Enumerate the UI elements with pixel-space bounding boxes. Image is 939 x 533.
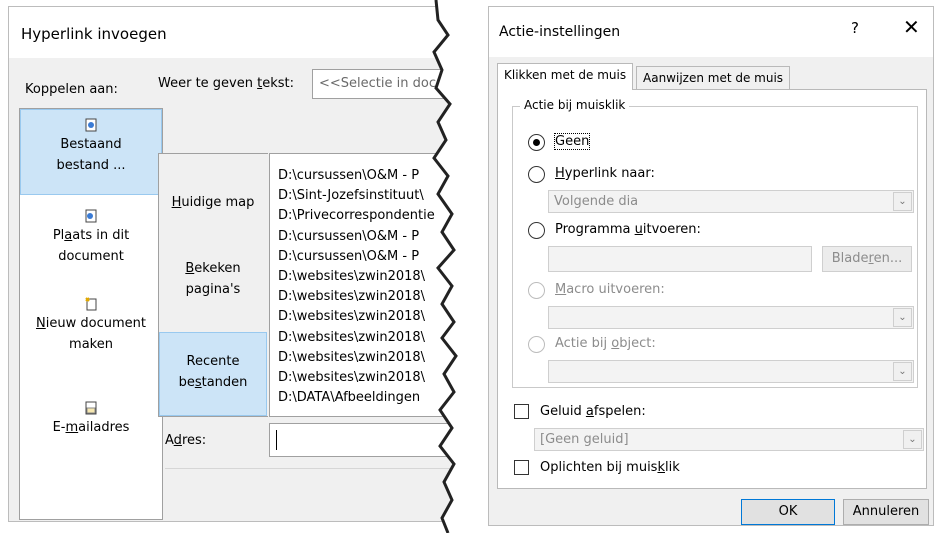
play-sound-checkbox[interactable] bbox=[514, 404, 529, 419]
radio-hyperlink-label: Hyperlink naar: bbox=[555, 166, 655, 181]
radio-none-label: Geen bbox=[553, 133, 591, 150]
radio-object-action[interactable] bbox=[528, 336, 545, 353]
chevron-down-icon: ⌄ bbox=[893, 192, 912, 211]
nav-place-in-document[interactable]: Plaats in dit document bbox=[20, 209, 162, 267]
nav-existing-file[interactable]: Bestaand bestand ... bbox=[20, 109, 162, 195]
nav-new-document[interactable]: Nieuw document maken bbox=[20, 297, 162, 355]
chevron-down-icon: ⌄ bbox=[893, 308, 912, 327]
dialog-title: Actie-instellingen bbox=[499, 24, 621, 40]
tab-mouse-over[interactable]: Aanwijzen met de muis bbox=[636, 66, 791, 91]
highlight-click-checkbox[interactable] bbox=[514, 460, 529, 475]
play-sound-label: Geluid afspelen: bbox=[540, 404, 646, 419]
radio-dot bbox=[533, 139, 540, 146]
radio-run-program[interactable] bbox=[528, 222, 545, 239]
look-in-pane: Huidige map Bekeken pagina's Recente bes… bbox=[158, 153, 268, 417]
program-path-input[interactable] bbox=[548, 246, 812, 272]
ok-button[interactable]: OK bbox=[741, 499, 835, 525]
tab-panel: Actie bij muisklik Geen Hyperlink naar: … bbox=[497, 89, 927, 489]
link-to-label: Koppelen aan: bbox=[25, 82, 118, 97]
close-button[interactable]: ✕ bbox=[903, 15, 920, 39]
text-to-display-label: Weer te geven tekst: bbox=[158, 76, 294, 91]
address-label: Adres: bbox=[165, 433, 207, 448]
radio-run-macro[interactable] bbox=[528, 282, 545, 299]
tab-mouse-click[interactable]: Klikken met de muis bbox=[497, 63, 634, 90]
insert-hyperlink-dialog: Hyperlink invoegen Koppelen aan: Bestaan… bbox=[8, 6, 460, 522]
action-settings-dialog: Actie-instellingen ? ✕ Klikken met de mu… bbox=[488, 6, 934, 526]
chevron-down-icon: ⌄ bbox=[903, 430, 922, 449]
nav-email-address[interactable]: E-mailadres bbox=[20, 401, 162, 438]
new-document-icon bbox=[85, 297, 97, 311]
sound-select[interactable]: [Geen geluid] ⌄ bbox=[534, 428, 924, 451]
dialog-title: Hyperlink invoegen bbox=[21, 25, 167, 43]
chevron-down-icon: ⌄ bbox=[893, 362, 912, 381]
radio-object-action-label: Actie bij object: bbox=[555, 336, 656, 351]
radio-none[interactable] bbox=[528, 134, 545, 151]
existing-file-icon bbox=[85, 118, 97, 132]
current-folder-button[interactable]: Huidige map bbox=[159, 192, 267, 213]
help-button[interactable]: ? bbox=[851, 19, 859, 37]
link-to-pane: Bestaand bestand ... Plaats in dit docum… bbox=[19, 108, 163, 520]
browsed-pages-button[interactable]: Bekeken pagina's bbox=[159, 258, 267, 300]
radio-hyperlink[interactable] bbox=[528, 166, 545, 183]
object-action-select[interactable]: ⌄ bbox=[548, 360, 914, 383]
group-label: Actie bij muisklik bbox=[520, 98, 630, 112]
cancel-button[interactable]: Annuleren bbox=[843, 499, 929, 525]
hyperlink-target-select[interactable]: Volgende dia ⌄ bbox=[548, 190, 914, 213]
text-caret bbox=[276, 430, 277, 450]
recent-files-button[interactable]: Recente bestanden bbox=[159, 332, 267, 416]
radio-run-macro-label: Macro uitvoeren: bbox=[555, 282, 665, 297]
torn-edge-decoration bbox=[408, 0, 483, 533]
email-address-icon bbox=[85, 401, 97, 415]
browse-button[interactable]: Bladeren... bbox=[822, 246, 912, 272]
place-in-document-icon bbox=[85, 209, 97, 223]
highlight-click-label: Oplichten bij muisklik bbox=[540, 460, 680, 475]
radio-run-program-label: Programma uitvoeren: bbox=[555, 222, 701, 237]
macro-select[interactable]: ⌄ bbox=[548, 306, 914, 329]
